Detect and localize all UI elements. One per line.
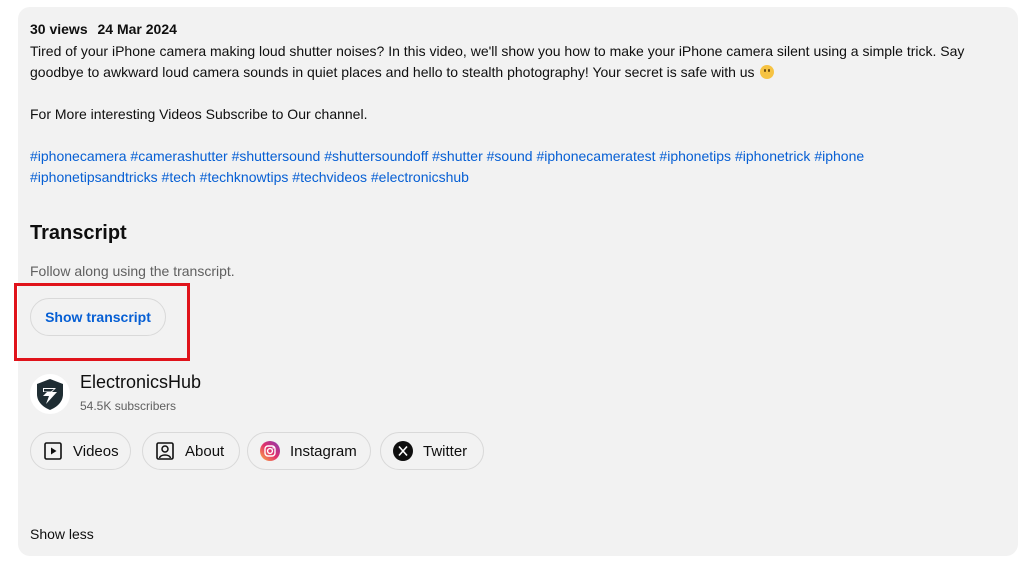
hashtag-link[interactable]: #techvideos bbox=[292, 169, 367, 185]
electronicshub-logo-icon bbox=[37, 379, 63, 410]
x-icon bbox=[393, 441, 413, 461]
hashtag-list: #iphonecamera #camerashutter #shuttersou… bbox=[30, 146, 1010, 188]
description-body: Tired of your iPhone camera making loud … bbox=[30, 43, 965, 80]
instagram-icon bbox=[260, 441, 280, 461]
twitter-chip-label: Twitter bbox=[423, 442, 468, 460]
hashtag-link[interactable]: #shuttersound bbox=[232, 148, 321, 164]
person-icon bbox=[155, 441, 175, 461]
hashtag-link[interactable]: #iphonetipsandtricks bbox=[30, 169, 158, 185]
hashtag-link[interactable]: #shutter bbox=[432, 148, 483, 164]
hashtag-link[interactable]: #sound bbox=[487, 148, 533, 164]
twitter-chip[interactable]: Twitter bbox=[380, 432, 484, 470]
view-count: 30 views bbox=[30, 21, 88, 37]
hashtag-link[interactable]: #iphonetips bbox=[659, 148, 731, 164]
hashtag-link[interactable]: #electronicshub bbox=[371, 169, 469, 185]
play-icon bbox=[43, 441, 63, 461]
winking-face-icon bbox=[760, 65, 775, 79]
transcript-subtitle: Follow along using the transcript. bbox=[30, 263, 235, 279]
description-panel: 30 views 24 Mar 2024 Tired of your iPhon… bbox=[14, 7, 1018, 556]
hashtag-link[interactable]: #iphonetrick bbox=[735, 148, 811, 164]
hashtag-link[interactable]: #tech bbox=[162, 169, 196, 185]
show-less-button[interactable]: Show less bbox=[30, 526, 94, 542]
hashtag-link[interactable]: #iphonecamera bbox=[30, 148, 127, 164]
instagram-chip-label: Instagram bbox=[290, 442, 357, 460]
subscriber-count: 54.5K subscribers bbox=[80, 399, 177, 413]
description-text: Tired of your iPhone camera making loud … bbox=[30, 41, 1010, 83]
hashtag-link[interactable]: #shuttersoundoff bbox=[324, 148, 428, 164]
transcript-heading: Transcript bbox=[30, 222, 127, 244]
instagram-chip[interactable]: Instagram bbox=[247, 432, 371, 470]
video-meta: 30 views 24 Mar 2024 bbox=[30, 21, 177, 37]
channel-name[interactable]: ElectronicsHub bbox=[80, 372, 201, 393]
hashtag-link[interactable]: #iphone bbox=[814, 148, 864, 164]
publish-date: 24 Mar 2024 bbox=[97, 21, 177, 37]
promo-text: For More interesting Videos Subscribe to… bbox=[30, 106, 368, 122]
about-chip[interactable]: About bbox=[142, 432, 240, 470]
about-chip-label: About bbox=[185, 442, 225, 460]
videos-chip[interactable]: Videos bbox=[30, 432, 131, 470]
hashtag-link[interactable]: #iphonecameratest bbox=[536, 148, 655, 164]
videos-chip-label: Videos bbox=[73, 442, 119, 460]
channel-avatar[interactable] bbox=[30, 374, 70, 414]
show-transcript-button[interactable]: Show transcript bbox=[30, 298, 166, 336]
hashtag-link[interactable]: #techknowtips bbox=[200, 169, 289, 185]
hashtag-link[interactable]: #camerashutter bbox=[130, 148, 227, 164]
